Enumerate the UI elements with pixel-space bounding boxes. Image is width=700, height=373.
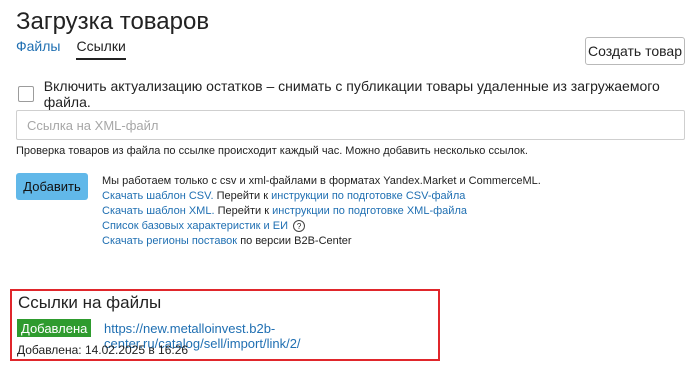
- tabs: Файлы Ссылки: [16, 38, 126, 60]
- csv-instructions-link[interactable]: инструкции по подготовке CSV-файла: [271, 190, 465, 202]
- download-regions-link[interactable]: Скачать регионы поставок: [102, 235, 237, 247]
- actualization-label[interactable]: Включить актуализацию остатков – снимать…: [44, 78, 700, 110]
- actualization-checkbox[interactable]: [18, 86, 34, 102]
- add-button[interactable]: Добавить: [16, 173, 88, 200]
- tab-links[interactable]: Ссылки: [76, 38, 126, 60]
- basic-characteristics-link[interactable]: Список базовых характеристик и ЕИ: [102, 220, 288, 232]
- format-note: Мы работаем только с csv и xml-файлами в…: [102, 175, 541, 187]
- info-block: Мы работаем только с csv и xml-файлами в…: [102, 174, 541, 249]
- section-title: Ссылки на файлы: [18, 293, 162, 312]
- status-badge: Добавлена: [17, 319, 92, 337]
- goto-text: Перейти к: [217, 205, 270, 217]
- actualization-option: Включить актуализацию остатков – снимать…: [18, 78, 700, 110]
- csv-template-link[interactable]: Скачать шаблон CSV.: [102, 190, 214, 202]
- file-links-section: Ссылки на файлы Добавлена https://new.me…: [10, 289, 440, 361]
- check-hint: Проверка товаров из файла по ссылке прои…: [16, 145, 528, 157]
- page-title: Загрузка товаров: [16, 8, 210, 35]
- added-timestamp: Добавлена: 14.02.2025 в 16:26: [17, 343, 189, 357]
- xml-instructions-link[interactable]: инструкции по подготовке XML-файла: [272, 205, 467, 217]
- question-icon[interactable]: ?: [293, 220, 306, 233]
- tab-files[interactable]: Файлы: [16, 38, 60, 60]
- goto-text: Перейти к: [216, 190, 269, 202]
- xml-link-input[interactable]: [16, 110, 685, 140]
- xml-template-link[interactable]: Скачать шаблон XML.: [102, 205, 215, 217]
- regions-suffix: по версии B2B-Center: [240, 235, 352, 247]
- create-product-button[interactable]: Создать товар: [585, 37, 685, 65]
